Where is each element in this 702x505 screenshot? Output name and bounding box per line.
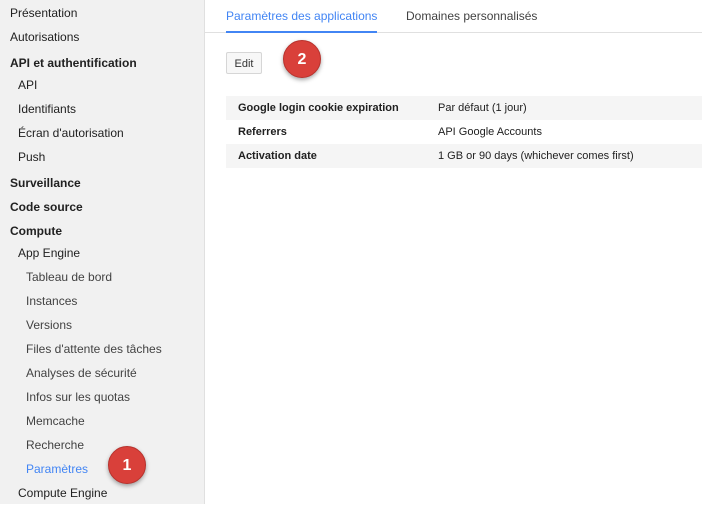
setting-value: API Google Accounts (438, 126, 542, 138)
sidebar-item-compute[interactable]: Compute (10, 219, 62, 243)
sidebar-item-app-engine[interactable]: App Engine (18, 241, 80, 265)
sidebar-item-compute-engine[interactable]: Compute Engine (18, 481, 107, 505)
sidebar-item-infos-quotas[interactable]: Infos sur les quotas (26, 385, 130, 409)
tab-bar: Paramètres des applications Domaines per… (205, 0, 702, 33)
sidebar-item-push[interactable]: Push (18, 145, 45, 169)
sidebar-item-autorisations[interactable]: Autorisations (10, 25, 79, 49)
main-content: Paramètres des applications Domaines per… (205, 0, 702, 504)
setting-key: Activation date (238, 150, 317, 162)
sidebar-item-files-attente[interactable]: Files d'attente des tâches (26, 337, 162, 361)
settings-table: Google login cookie expiration Par défau… (226, 96, 702, 168)
sidebar-item-instances[interactable]: Instances (26, 289, 77, 313)
tab-domaines-personnalises[interactable]: Domaines personnalisés (406, 0, 537, 31)
setting-value: Par défaut (1 jour) (438, 102, 527, 114)
annotation-badge-1: 1 (108, 446, 146, 484)
edit-button[interactable]: Edit (226, 52, 262, 74)
sidebar-item-analyses-securite[interactable]: Analyses de sécurité (26, 361, 137, 385)
setting-key: Google login cookie expiration (238, 102, 399, 114)
table-row: Referrers API Google Accounts (226, 120, 702, 144)
sidebar-item-api-et-authentification[interactable]: API et authentification (10, 51, 137, 75)
sidebar-item-identifiants[interactable]: Identifiants (18, 97, 76, 121)
sidebar: Présentation Autorisations API et authen… (0, 0, 205, 504)
annotation-badge-2: 2 (283, 40, 321, 78)
sidebar-item-code-source[interactable]: Code source (10, 195, 83, 219)
sidebar-item-recherche[interactable]: Recherche (26, 433, 84, 457)
sidebar-item-tableau-de-bord[interactable]: Tableau de bord (26, 265, 112, 289)
table-row: Google login cookie expiration Par défau… (226, 96, 702, 120)
sidebar-item-versions[interactable]: Versions (26, 313, 72, 337)
sidebar-item-surveillance[interactable]: Surveillance (10, 171, 81, 195)
setting-key: Referrers (238, 126, 287, 138)
sidebar-item-ecran-autorisation[interactable]: Écran d'autorisation (18, 121, 124, 145)
setting-value: 1 GB or 90 days (whichever comes first) (438, 150, 634, 162)
sidebar-item-parametres[interactable]: Paramètres (26, 457, 88, 481)
tab-parametres-applications[interactable]: Paramètres des applications (226, 0, 378, 33)
sidebar-item-presentation[interactable]: Présentation (10, 1, 77, 25)
sidebar-item-api[interactable]: API (18, 73, 37, 97)
sidebar-item-memcache[interactable]: Memcache (26, 409, 85, 433)
table-row: Activation date 1 GB or 90 days (whichev… (226, 144, 702, 168)
